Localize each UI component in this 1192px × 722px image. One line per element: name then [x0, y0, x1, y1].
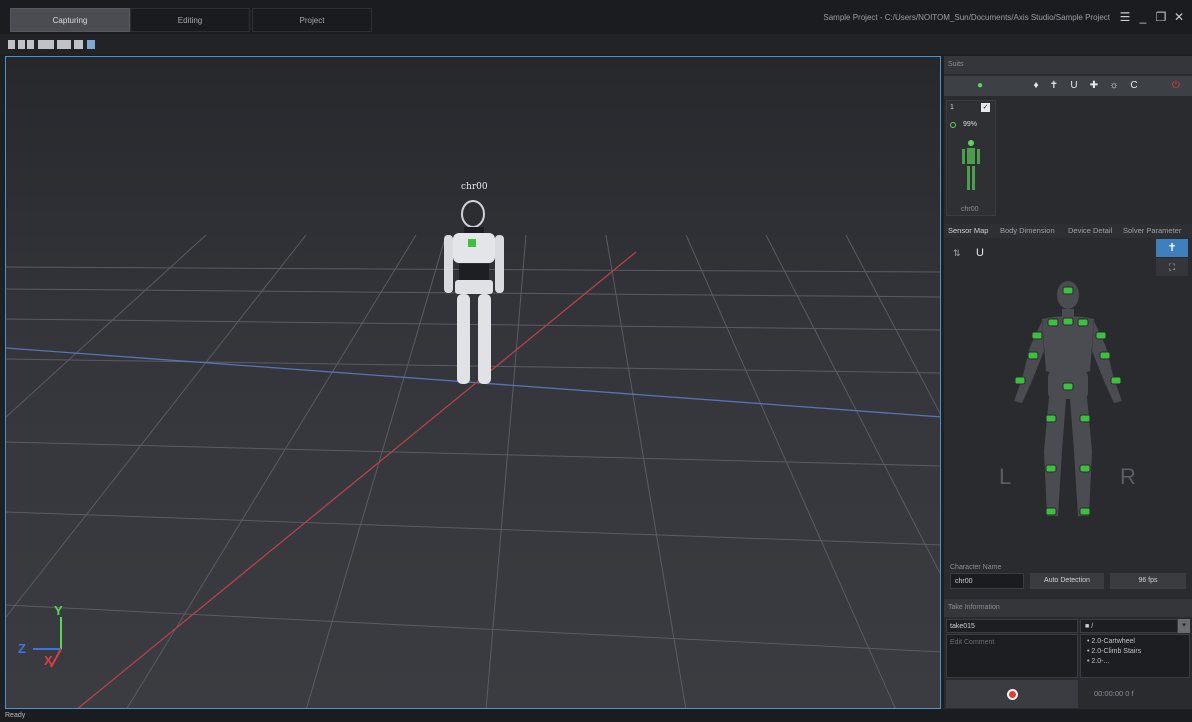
folder-path: / — [1091, 623, 1094, 630]
comment-field[interactable]: Edit Comment — [946, 634, 1078, 678]
suits-toolbar: ● ♦ ✝ U ✚ ☼ C ⏻ — [944, 76, 1192, 96]
list-item[interactable]: • 2.0-Cartwheel — [1081, 635, 1189, 645]
sensor-tabs: Sensor Map Body Dimension Device Detail … — [944, 224, 1192, 238]
layout-toolbar — [0, 34, 1192, 54]
3d-viewport[interactable]: chr00 Y Z X — [5, 56, 941, 709]
status-icon — [950, 122, 956, 128]
take-name-input[interactable]: take015 — [946, 619, 1078, 633]
tpose-icon[interactable]: ✝ — [1048, 80, 1060, 92]
tab-body-dimension[interactable]: Body Dimension — [1000, 226, 1055, 235]
tab-editing[interactable]: Editing — [130, 8, 250, 32]
save-layout-icon[interactable] — [87, 40, 95, 49]
character-label: chr00 — [461, 182, 488, 192]
close-icon[interactable]: ✕ — [1172, 10, 1186, 24]
suits-title: Suits — [944, 56, 1192, 74]
mic-icon[interactable]: ● — [974, 80, 986, 92]
suit-index: 1 — [950, 104, 954, 111]
record-button[interactable] — [946, 680, 1078, 708]
list-item[interactable]: • 2.0-Climb Stairs — [1081, 645, 1189, 655]
swap-icon[interactable]: ⇅ — [953, 248, 961, 259]
suit-name: chr00 — [961, 206, 979, 213]
suit-checkbox[interactable]: ✓ — [981, 103, 990, 112]
body-icon[interactable]: ✚ — [1088, 80, 1100, 92]
folder-select[interactable]: ■ / — [1080, 619, 1178, 633]
refresh-icon[interactable]: C — [1128, 80, 1140, 92]
character-name-input[interactable]: chr00 — [950, 573, 1024, 589]
magnet-small-icon[interactable]: U — [976, 247, 984, 259]
right-panel: Suits ● ♦ ✝ U ✚ ☼ C ⏻ 1 ✓ 99% chr00 Sens… — [944, 56, 1192, 709]
light-icon[interactable]: ☼ — [1108, 80, 1120, 92]
record-icon — [1007, 689, 1018, 700]
list-item[interactable]: • 2.0-... — [1081, 655, 1189, 665]
grid-floor — [6, 200, 940, 708]
tab-device-detail[interactable]: Device Detail — [1068, 226, 1112, 235]
battery-level: 99% — [963, 121, 978, 128]
z-axis-label: Z — [18, 641, 26, 656]
minimize-icon[interactable]: _ — [1136, 10, 1150, 24]
title-bar: Capturing Editing Project Sample Project… — [0, 0, 1192, 34]
suit-card[interactable]: 1 ✓ 99% chr00 — [946, 100, 996, 216]
y-axis-label: Y — [54, 603, 63, 618]
project-path: Sample Project - C:/Users/NOITOM_Sun/Doc… — [823, 13, 1110, 22]
suit-thumbnail-icon — [962, 140, 980, 190]
single-view-icon[interactable] — [8, 40, 15, 49]
hamburger-icon[interactable]: ☰ — [1118, 10, 1132, 24]
character-name-label: Character Name — [950, 564, 1002, 571]
status-bar: Ready — [0, 710, 1192, 722]
power-icon[interactable]: ⏻ — [1170, 80, 1182, 92]
dual-view-icon[interactable] — [18, 40, 34, 49]
tpose-view-button[interactable]: ✝ — [1156, 239, 1188, 257]
fps-button[interactable]: 96 fps — [1110, 573, 1186, 589]
auto-detection-button[interactable]: Auto Detection — [1030, 573, 1104, 589]
tab-project[interactable]: Project — [252, 8, 372, 32]
sensor-icon[interactable]: ♦ — [1030, 80, 1042, 92]
timecode: 00:00:00 0 f — [1094, 689, 1134, 698]
restore-icon[interactable]: ❐ — [1154, 10, 1168, 24]
magnet-icon[interactable]: U — [1068, 80, 1080, 92]
layout-custom-icon[interactable] — [74, 40, 83, 49]
file-list[interactable]: • 2.0-Cartwheel • 2.0-Climb Stairs • 2.0… — [1080, 634, 1190, 678]
tab-capturing[interactable]: Capturing — [10, 8, 130, 32]
triple-view-icon[interactable] — [38, 40, 54, 49]
right-side-label: R — [1120, 464, 1136, 489]
tab-solver-parameter[interactable]: Solver Parameter — [1123, 226, 1181, 235]
take-information-title: Take Information — [944, 599, 1192, 617]
left-side-label: L — [999, 464, 1012, 489]
tab-sensor-map[interactable]: Sensor Map — [948, 226, 988, 235]
chevron-down-icon[interactable]: ▾ — [1178, 619, 1190, 633]
quad-view-icon[interactable] — [57, 40, 71, 49]
x-axis-label: X — [44, 653, 53, 668]
sensor-body-map — [1014, 281, 1122, 516]
